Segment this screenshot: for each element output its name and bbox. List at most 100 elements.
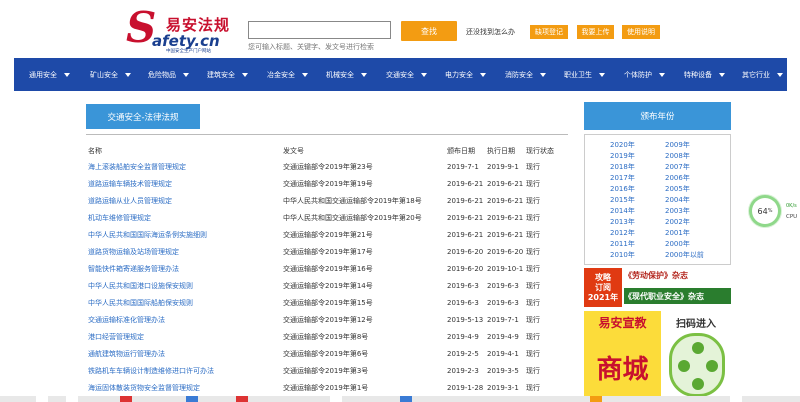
subscribe-badge: 攻略 订阅 2021年: [584, 268, 622, 307]
row-doc-number: 交通运输部令2019年第23号: [283, 163, 373, 171]
edu-mall-subtitle: 商城: [596, 355, 649, 385]
row-name-link[interactable]: 道路运输从业人员管理规定: [88, 193, 172, 210]
row-name-link[interactable]: 道路货物运输及站场管理规定: [88, 244, 179, 261]
taskbar-icon[interactable]: [330, 396, 342, 402]
year-link[interactable]: 2000年以前: [665, 251, 704, 260]
year-link[interactable]: 2019年: [610, 152, 635, 161]
row-pub-date: 2019-2-5: [447, 350, 479, 358]
row-name-link[interactable]: 海上滚装船舶安全监督管理规定: [88, 159, 186, 176]
row-doc-number: 交通运输部令2019年第17号: [283, 248, 373, 256]
nav-item-other[interactable]: 其它行业: [742, 58, 783, 91]
row-status: 现行: [526, 316, 540, 324]
instructions-button[interactable]: 使用说明: [622, 25, 660, 39]
search-button[interactable]: 查找: [401, 21, 457, 41]
year-link[interactable]: 2003年: [665, 207, 690, 216]
col-header-pub: 颁布日期: [447, 147, 475, 155]
row-doc-number: 交通运输部令2019年第8号: [283, 333, 369, 341]
logo-slogan: 中国安全生产门户网站: [166, 49, 211, 54]
taskbar-icon[interactable]: [730, 396, 742, 402]
performance-widget[interactable]: 64%: [752, 198, 778, 224]
nav-item-general[interactable]: 通用安全: [29, 58, 70, 91]
row-name-link[interactable]: 机动车维修管理规定: [88, 210, 151, 227]
row-status: 现行: [526, 333, 540, 341]
section-title: 交通安全-法律法规: [86, 104, 200, 129]
year-link[interactable]: 2006年: [665, 174, 690, 183]
nav-item-electric[interactable]: 电力安全: [445, 58, 486, 91]
row-name-link[interactable]: 中华人民共和国国际船舶保安规则: [88, 295, 193, 312]
taskbar-icon[interactable]: [400, 396, 412, 402]
dropdown-arrow-icon: [125, 72, 131, 77]
nav-item-traffic[interactable]: 交通安全: [386, 58, 427, 91]
nav-item-hazardous[interactable]: 危险物品: [148, 58, 189, 91]
nav-item-ppe[interactable]: 个体防护: [624, 58, 665, 91]
row-name-link[interactable]: 港口经营管理规定: [88, 329, 144, 346]
widget-unit: %: [767, 208, 773, 214]
taskbar-icon[interactable]: [590, 396, 602, 402]
taskbar-icon[interactable]: [66, 396, 78, 402]
year-link[interactable]: 2004年: [665, 196, 690, 205]
qr-banner[interactable]: 扫码进入: [661, 311, 731, 402]
year-link[interactable]: 2012年: [610, 229, 635, 238]
row-pub-date: 2019-6-21: [447, 231, 484, 239]
row-status: 现行: [526, 384, 540, 392]
qr-code-icon: [669, 333, 725, 397]
year-link[interactable]: 2007年: [665, 163, 690, 172]
search-input[interactable]: [248, 21, 391, 39]
year-link[interactable]: 2020年: [610, 141, 635, 150]
nav-item-construction[interactable]: 建筑安全: [207, 58, 248, 91]
missing-item-button[interactable]: 缺项登记: [530, 25, 568, 39]
row-name-link[interactable]: 海运固体散装货物安全监督管理规定: [88, 380, 200, 397]
row-status: 现行: [526, 214, 540, 222]
year-link[interactable]: 2014年: [610, 207, 635, 216]
nav-item-fire[interactable]: 消防安全: [505, 58, 546, 91]
year-link[interactable]: 2008年: [665, 152, 690, 161]
table-row: 交通运输标准化管理办法 交通运输部令2019年第12号 2019-5-13 20…: [86, 312, 568, 329]
dropdown-arrow-icon: [777, 72, 783, 77]
year-link[interactable]: 2009年: [665, 141, 690, 150]
row-name-link[interactable]: 交通运输标准化管理办法: [88, 312, 165, 329]
year-link[interactable]: 2000年: [665, 240, 690, 249]
nav-item-occupational[interactable]: 职业卫生: [564, 58, 605, 91]
nav-item-mining[interactable]: 矿山安全: [90, 58, 131, 91]
row-pub-date: 2019-6-20: [447, 248, 484, 256]
dropdown-arrow-icon: [361, 72, 367, 77]
nav-item-metallurgy[interactable]: 冶金安全: [267, 58, 308, 91]
row-exe-date: 2019-6-21: [487, 231, 524, 239]
row-pub-date: 2019-1-28: [447, 384, 484, 392]
row-status: 现行: [526, 350, 540, 358]
taskbar-icon[interactable]: [36, 396, 48, 402]
taskbar-icon[interactable]: [236, 396, 248, 402]
search-hint: 您可输入标题、关键字、发文号进行检索: [248, 43, 374, 51]
year-link[interactable]: 2002年: [665, 218, 690, 227]
row-name-link[interactable]: 通航建筑物运行管理办法: [88, 346, 165, 363]
nav-item-special-equipment[interactable]: 特种设备: [684, 58, 725, 91]
year-link[interactable]: 2010年: [610, 251, 635, 260]
row-name-link[interactable]: 铁路机车车辆设计制造维修进口许可办法: [88, 363, 214, 380]
year-link[interactable]: 2016年: [610, 185, 635, 194]
nav-item-machinery[interactable]: 机械安全: [326, 58, 367, 91]
year-link[interactable]: 2005年: [665, 185, 690, 194]
year-link[interactable]: 2011年: [610, 240, 635, 249]
year-link[interactable]: 2001年: [665, 229, 690, 238]
col-header-doc: 发文号: [283, 147, 304, 155]
site-logo[interactable]: S 易安法规 afety.cn 中国安全生产门户网站: [126, 7, 236, 55]
magazine-subscribe-banner[interactable]: 攻略 订阅 2021年 《劳动保护》杂志 《现代职业安全》杂志: [584, 268, 731, 307]
row-name-link[interactable]: 中华人民共和国港口设施保安规则: [88, 278, 193, 295]
year-link[interactable]: 2018年: [610, 163, 635, 172]
taskbar-icon[interactable]: [120, 396, 132, 402]
widget-network-speed: 0K/s: [786, 203, 797, 209]
upload-button[interactable]: 我要上传: [577, 25, 614, 39]
year-link[interactable]: 2015年: [610, 196, 635, 205]
year-link[interactable]: 2017年: [610, 174, 635, 183]
row-exe-date: 2019-4-1: [487, 350, 519, 358]
year-link[interactable]: 2013年: [610, 218, 635, 227]
taskbar-icon[interactable]: [186, 396, 198, 402]
row-name-link[interactable]: 智能快件箱寄递服务管理办法: [88, 261, 179, 278]
row-status: 现行: [526, 282, 540, 290]
edu-mall-banner[interactable]: 易安宣教 商城: [584, 311, 661, 402]
row-name-link[interactable]: 中华人民共和国国际海运条例实施细则: [88, 227, 207, 244]
row-exe-date: 2019-3-5: [487, 367, 519, 375]
table-row: 道路货物运输及站场管理规定 交通运输部令2019年第17号 2019-6-20 …: [86, 244, 568, 261]
row-name-link[interactable]: 道路运输车辆技术管理规定: [88, 176, 172, 193]
not-found-link[interactable]: 还没找到怎么办: [466, 27, 515, 37]
